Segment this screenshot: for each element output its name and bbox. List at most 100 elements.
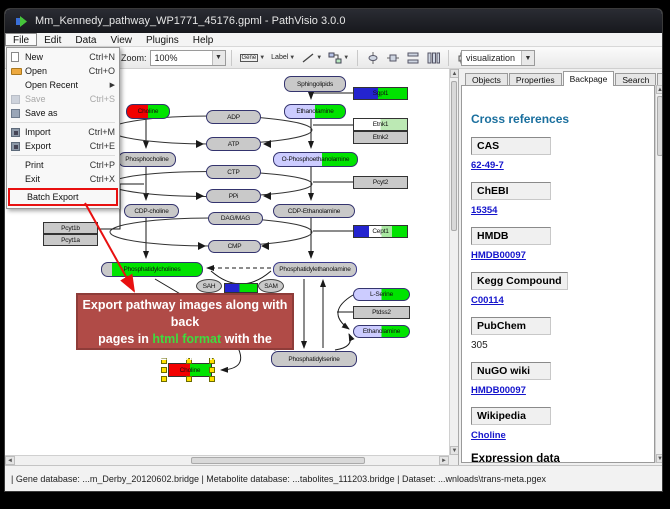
panel-vertical-scrollbar[interactable]: ▲ ▼ (655, 85, 663, 463)
selection-handle[interactable] (161, 367, 167, 373)
zoom-combobox[interactable]: 100% ▼ (150, 50, 226, 66)
menu-edit[interactable]: Edit (37, 33, 68, 46)
menu-help[interactable]: Help (186, 33, 221, 46)
node-choline[interactable]: Choline (126, 104, 170, 119)
xref-link[interactable]: HMDB00097 (471, 250, 654, 261)
stack-rows-icon (406, 51, 420, 65)
file-menu-open-recent[interactable]: Open Recent ▶ (8, 78, 118, 92)
xref-source-name: Wikipedia (471, 407, 551, 425)
file-menu-print[interactable]: Print Ctrl+P (8, 158, 118, 172)
gene-box-icon: Gene (240, 54, 259, 62)
node-sphingolipids[interactable]: Sphingolipids (284, 76, 346, 92)
node-pemt-box[interactable] (224, 283, 258, 293)
add-connector-button[interactable]: ▼ (325, 49, 352, 67)
node-sah[interactable]: SAH (196, 279, 222, 293)
save-as-icon (11, 109, 25, 118)
add-line-button[interactable]: ▼ (298, 49, 325, 67)
toolbar-separator (448, 50, 449, 66)
connector-icon (328, 52, 342, 64)
selection-handle[interactable] (209, 367, 215, 373)
node-pcyt1a[interactable]: Pcyt1a (43, 234, 98, 246)
node-pcyt2[interactable]: Pcyt2 (353, 176, 408, 189)
align-horizontal-center-button[interactable] (383, 49, 403, 67)
scroll-left-icon[interactable]: ◄ (5, 456, 15, 465)
node-adp[interactable]: ADP (206, 110, 261, 124)
selection-handle[interactable] (186, 376, 192, 382)
node-choline-selected[interactable]: Choline (168, 363, 212, 377)
canvas-horizontal-scrollbar[interactable]: ◄ ► (5, 455, 449, 465)
xref-section-wikipedia: Wikipedia Choline (471, 407, 654, 441)
node-cmp[interactable]: CMP (208, 240, 261, 253)
menu-view[interactable]: View (103, 33, 139, 46)
scroll-thumb[interactable] (191, 457, 365, 464)
annotation-line2-pre: pages in (98, 332, 149, 346)
xref-value: 305 (471, 340, 654, 351)
scroll-right-icon[interactable]: ► (439, 456, 449, 465)
node-cdp-choline[interactable]: CDP-choline (124, 204, 179, 218)
visualization-value: visualization (466, 53, 515, 63)
scroll-up-icon[interactable]: ▲ (656, 85, 663, 94)
file-menu-batch-export[interactable]: Batch Export (8, 188, 118, 206)
menu-data[interactable]: Data (68, 33, 103, 46)
title-bar[interactable]: Mm_Kennedy_pathway_WP1771_45176.gpml - P… (5, 9, 662, 33)
file-menu-new[interactable]: New Ctrl+N (8, 50, 118, 64)
add-gene-button[interactable]: Gene ▼ (237, 49, 269, 67)
node-ctp[interactable]: CTP (206, 165, 261, 179)
align-vertical-center-icon (366, 51, 380, 65)
file-menu-save-as[interactable]: Save as (8, 106, 118, 120)
file-menu-import[interactable]: Import Ctrl+M (8, 125, 118, 139)
distribute-columns-button[interactable] (423, 49, 443, 67)
node-l-serine[interactable]: L-Serine (353, 288, 410, 301)
scroll-down-icon[interactable]: ▼ (450, 446, 458, 455)
node-ethanolamine-2[interactable]: Ethanolamine (353, 325, 410, 338)
distribute-rows-button[interactable] (403, 49, 423, 67)
canvas-vertical-scrollbar[interactable]: ▲ ▼ (449, 69, 458, 455)
visualization-combobox[interactable]: visualization ▼ (461, 50, 535, 66)
side-panel: Objects Properties Backpage Search Legen… (458, 69, 663, 465)
selection-handle[interactable] (209, 376, 215, 382)
scroll-thumb[interactable] (451, 81, 457, 231)
scroll-down-icon[interactable]: ▼ (656, 454, 663, 463)
align-vertical-center-button[interactable] (363, 49, 383, 67)
node-ppi[interactable]: PPi (206, 189, 261, 203)
xref-section-pubchem: PubChem 305 (471, 317, 654, 351)
scroll-thumb[interactable] (657, 96, 663, 156)
save-icon (11, 95, 25, 104)
status-text: | Gene database: ...m_Derby_20120602.bri… (11, 474, 546, 484)
node-atp[interactable]: ATP (206, 137, 261, 151)
file-menu-open[interactable]: Open Ctrl+O (8, 64, 118, 78)
zoom-dropdown-arrow-icon[interactable]: ▼ (212, 51, 225, 65)
node-phosphatidylethanolamine[interactable]: Phosphatidylethanolamine (273, 262, 357, 277)
node-etnk2[interactable]: Etnk2 (353, 131, 408, 144)
xref-link[interactable]: 15354 (471, 205, 654, 216)
node-ethanolamine[interactable]: Ethanolamine (284, 104, 346, 119)
stack-columns-icon (426, 51, 440, 65)
scroll-up-icon[interactable]: ▲ (450, 69, 458, 78)
file-menu-exit[interactable]: Exit Ctrl+X (8, 172, 118, 186)
add-label-button[interactable]: Label ▼ (268, 49, 298, 67)
node-pcyt1b[interactable]: Pcyt1b (43, 222, 98, 234)
node-phosphatidylcholines[interactable]: Phosphatidylcholines (101, 262, 203, 277)
node-etnk1[interactable]: Etnk1 (353, 118, 408, 131)
node-cdp-ethanolamine[interactable]: CDP-Ethanolamine (273, 204, 355, 218)
menu-file[interactable]: File (5, 33, 37, 46)
annotation-line1: Export pathway images along with back (83, 298, 288, 329)
selection-handle[interactable] (161, 376, 167, 382)
file-menu: New Ctrl+N Open Ctrl+O Open Recent ▶ Sav… (6, 47, 120, 209)
node-phosphocholine[interactable]: Phosphocholine (118, 152, 176, 167)
xref-link[interactable]: 62-49-7 (471, 160, 654, 171)
visualization-dropdown-arrow-icon[interactable]: ▼ (521, 51, 534, 65)
node-o-phosphoethanolamine[interactable]: O-Phosphoethanolamine (273, 152, 358, 167)
xref-link[interactable]: C00114 (471, 295, 654, 306)
xref-link[interactable]: HMDB00097 (471, 385, 654, 396)
zoom-label: Zoom: (121, 53, 147, 63)
node-sam[interactable]: SAM (258, 279, 284, 293)
node-dag-mag[interactable]: DAG/MAG (208, 212, 263, 225)
node-cept1[interactable]: Cept1 (353, 225, 408, 238)
tab-backpage[interactable]: Backpage (563, 71, 615, 86)
file-menu-export[interactable]: Export Ctrl+E (8, 139, 118, 153)
node-sgpl1[interactable]: Sgpl1 (353, 87, 408, 100)
menu-plugins[interactable]: Plugins (139, 33, 186, 46)
xref-link[interactable]: Choline (471, 430, 654, 441)
node-ptdss2[interactable]: Ptdss2 (353, 306, 410, 319)
